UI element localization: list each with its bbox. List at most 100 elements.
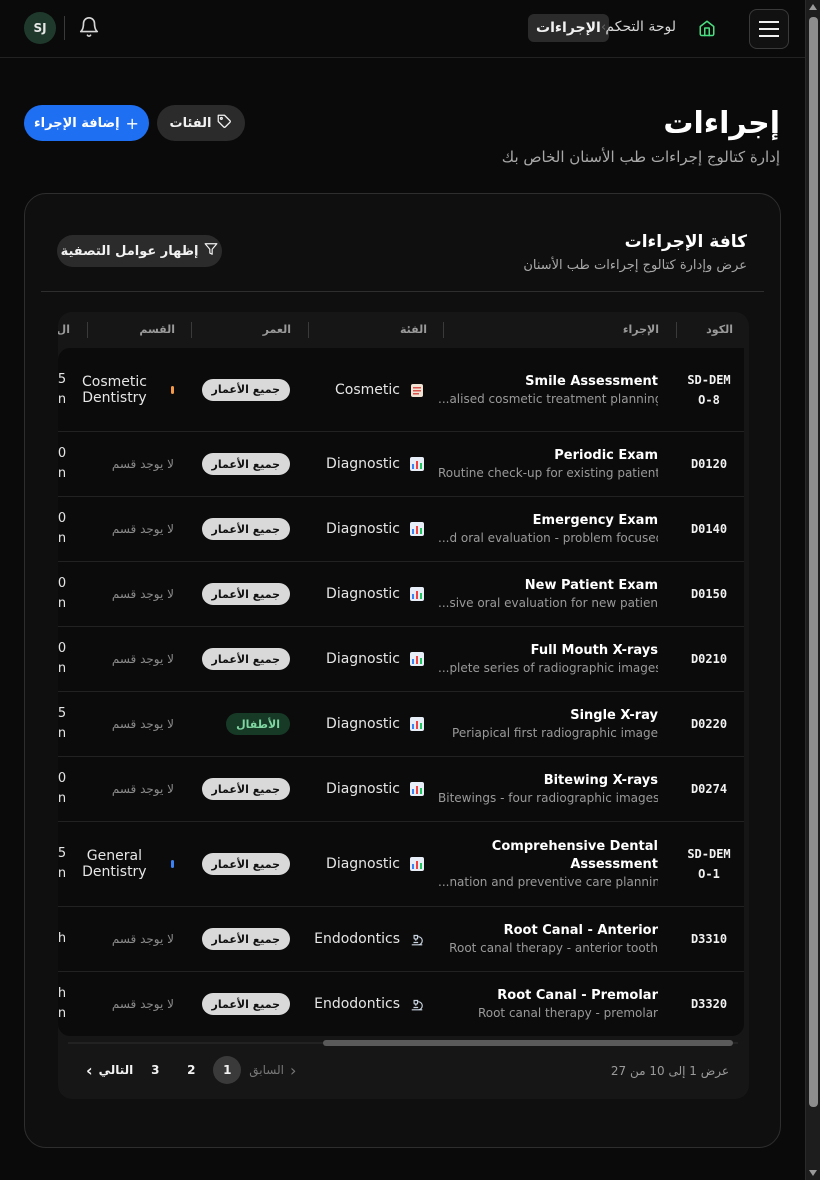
category-cell: Diagnostic (304, 562, 424, 626)
procedure-name[interactable]: Bitewing X-rays (544, 772, 658, 790)
column-divider (87, 322, 88, 338)
table-row[interactable]: D0210 Full Mouth X-rays ...plete series of… (58, 627, 744, 692)
chevron-left-icon: ‹ (86, 1060, 93, 1080)
procedure-name[interactable]: Full Mouth X-rays (531, 642, 658, 660)
table-row[interactable]: D0150 New Patient Exam ...sive oral evalua… (58, 562, 744, 627)
procedures-card: كافة الإجراءات عرض وإدارة كتالوج إجراءات… (24, 193, 781, 1148)
clipped-text-top: 5 (58, 846, 67, 861)
clipped-cell: h (58, 907, 68, 971)
add-procedure-button[interactable]: إضافة الإجراء + (24, 105, 149, 141)
category-cell: Diagnostic (304, 822, 424, 906)
category-name: Diagnostic (326, 856, 400, 872)
bar-chart-icon (410, 522, 424, 536)
age-cell: جميع الأعمار (180, 432, 290, 496)
clipped-text-top: 0 (58, 446, 67, 461)
clipped-text-bottom: n (58, 596, 67, 611)
table-row[interactable]: D0220 Single X-ray Periapical first radiog… (58, 692, 744, 757)
category-name: Diagnostic (326, 521, 400, 537)
scroll-thumb[interactable] (323, 1040, 733, 1046)
category-cell: Endodontics (304, 972, 424, 1036)
page-2-button[interactable]: 2 (177, 1056, 205, 1084)
categories-button[interactable]: الفئات (157, 105, 245, 141)
category-cell: Diagnostic (304, 432, 424, 496)
department-cell: لا يوجد قسم (64, 432, 174, 496)
tag-icon (217, 114, 232, 133)
procedure-code: SD-DEMO-1 (687, 847, 731, 881)
procedure-name[interactable]: Root Canal - Premolar (497, 987, 658, 1005)
procedure-code: D3320 (690, 997, 728, 1011)
procedure-name[interactable]: Periodic Exam (554, 447, 658, 465)
breadcrumb-current: الإجراءات (528, 14, 609, 42)
department-name: لا يوجد قسم (111, 717, 174, 731)
clipped-text-top: 0 (58, 771, 67, 786)
horizontal-scrollbar[interactable] (58, 1038, 744, 1048)
page-3-button[interactable]: 3 (141, 1056, 169, 1084)
age-cell: جميع الأعمار (180, 562, 290, 626)
column-header-clipped: ال (58, 323, 70, 336)
show-filters-button[interactable]: إظهار عوامل التصفية (57, 235, 222, 267)
breadcrumb-dashboard-link[interactable]: لوحة التحكم (605, 19, 676, 35)
age-badge: جميع الأعمار (201, 778, 290, 800)
clipped-text-top: 0 (58, 576, 67, 591)
category-cell: Diagnostic (304, 497, 424, 561)
vertical-scrollbar[interactable] (805, 0, 820, 1180)
procedure-description: ...alised cosmetic treatment planning (438, 391, 658, 406)
clipped-cell: 0n (58, 757, 68, 821)
add-procedure-label: إضافة الإجراء (34, 115, 120, 131)
procedure-cell: Periodic Exam Routine check-up for existi… (438, 432, 658, 496)
table-row[interactable]: D0274 Bitewing X-rays Bitewings - four rad… (58, 757, 744, 822)
previous-page-label: السابق (249, 1063, 284, 1077)
procedure-description: Root canal therapy - anterior tooth (449, 941, 658, 955)
scroll-up-icon[interactable] (809, 4, 817, 10)
table-row[interactable]: D0120 Periodic Exam Routine check-up for e… (58, 432, 744, 497)
column-header-age[interactable]: العمر (263, 312, 291, 348)
table-row[interactable]: D3320 Root Canal - Premolar Root canal the… (58, 972, 744, 1036)
page-1-button[interactable]: 1 (213, 1056, 242, 1084)
previous-page-button[interactable]: السابق › (249, 1061, 296, 1080)
avatar[interactable]: SJ (24, 12, 56, 44)
table-row[interactable]: SD-DEMO-1 Comprehensive Dental Assessment… (58, 822, 744, 907)
procedure-code: SD-DEMO-8 (687, 372, 731, 407)
next-page-button[interactable]: ‹ التالي (86, 1061, 133, 1080)
bell-icon[interactable] (78, 16, 100, 38)
table-row[interactable]: D3310 Root Canal - Anterior Root canal the… (58, 907, 744, 972)
filter-icon (204, 242, 218, 260)
procedure-name[interactable]: Smile Assessment (525, 373, 658, 391)
procedure-cell: Emergency Exam ...d oral evaluation - pro… (438, 497, 658, 561)
procedure-name[interactable]: Single X-ray (570, 707, 658, 725)
age-badge: جميع الأعمار (201, 378, 290, 401)
table-row[interactable]: SD-DEMO-8 Smile Assessment ...alised cosme… (58, 348, 744, 432)
menu-button[interactable] (749, 9, 789, 49)
column-divider (191, 322, 192, 338)
column-header-category[interactable]: الفئة (400, 312, 427, 348)
column-header-department[interactable]: القسم (139, 312, 175, 348)
column-header-code[interactable]: الكود (706, 312, 733, 348)
scroll-thumb[interactable] (809, 17, 818, 1107)
department-name: لا يوجد قسم (111, 932, 174, 946)
bar-chart-icon (410, 717, 424, 731)
home-icon[interactable] (698, 19, 716, 37)
procedure-name[interactable]: New Patient Exam (525, 577, 658, 595)
procedure-name[interactable]: Comprehensive Dental Assessment (438, 838, 658, 874)
table-row[interactable]: D0140 Emergency Exam ...d oral evaluation … (58, 497, 744, 562)
column-divider (443, 322, 444, 338)
procedure-name[interactable]: Emergency Exam (533, 512, 658, 530)
procedure-code: D0120 (690, 457, 728, 471)
category-name: Diagnostic (326, 716, 400, 732)
microscope-icon (410, 932, 424, 946)
scroll-down-icon[interactable] (809, 1170, 817, 1176)
clipped-text-top: 5 (58, 706, 67, 721)
department-cell: لا يوجد قسم (64, 497, 174, 561)
card-title: كافة الإجراءات (624, 232, 747, 252)
age-cell: جميع الأعمار (180, 348, 290, 431)
department-color-dot (170, 860, 174, 868)
category-name: Diagnostic (326, 651, 400, 667)
card-subtitle: عرض وإدارة كتالوج إجراءات طب الأسنان (523, 258, 747, 273)
clipped-cell: 5n (58, 692, 68, 756)
department-cell: Cosmetic Dentistry (64, 348, 174, 431)
procedure-name[interactable]: Root Canal - Anterior (504, 922, 658, 940)
column-header-procedure[interactable]: الإجراء (623, 312, 659, 348)
procedure-cell: Comprehensive Dental Assessment ...nation… (438, 822, 658, 906)
page-subtitle: إدارة كتالوج إجراءات طب الأسنان الخاص بك (501, 148, 780, 166)
category-cell: Diagnostic (304, 757, 424, 821)
